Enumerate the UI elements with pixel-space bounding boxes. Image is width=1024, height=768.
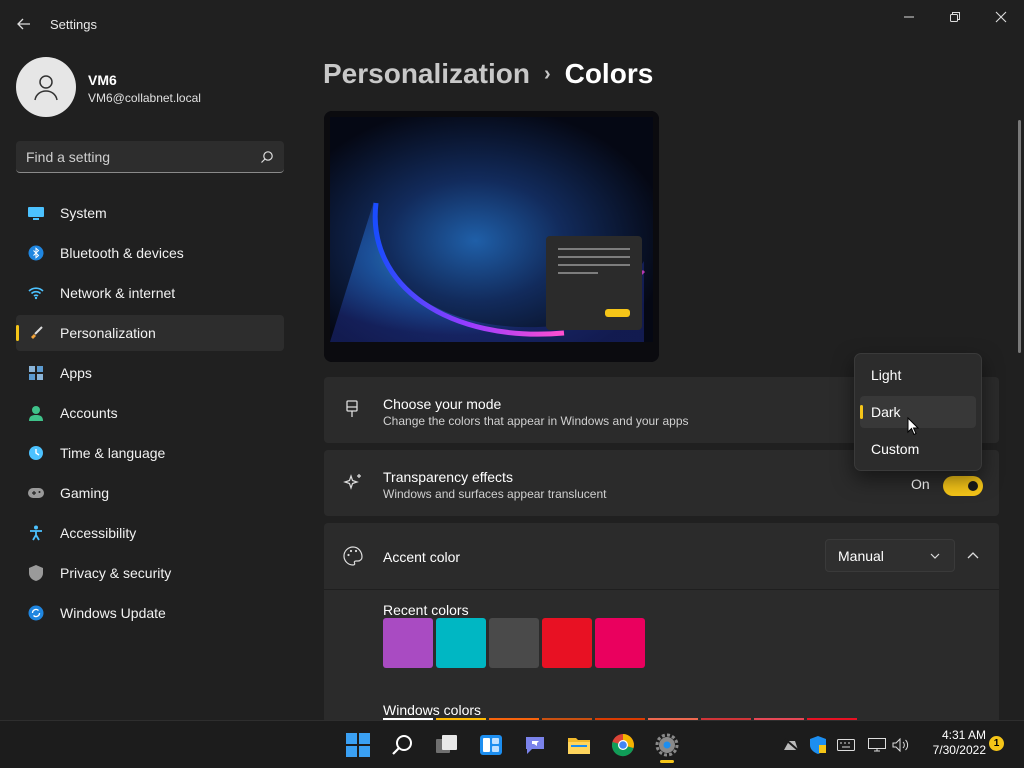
window-title: Settings	[50, 17, 97, 32]
back-arrow-icon[interactable]	[14, 14, 34, 34]
sidebar-item-network[interactable]: Network & internet	[16, 275, 284, 311]
sparkle-icon	[342, 472, 364, 494]
sidebar-item-label: Privacy & security	[60, 565, 172, 581]
notification-badge[interactable]: 1	[989, 736, 1004, 751]
close-icon[interactable]	[978, 6, 1024, 28]
chevron-up-icon[interactable]	[965, 547, 981, 568]
accessibility-icon	[28, 525, 44, 541]
minimize-icon[interactable]	[886, 6, 932, 28]
apps-icon	[28, 365, 44, 381]
search-box[interactable]: Find a setting	[16, 141, 284, 173]
mode-dropdown-menu: Light Dark Custom	[854, 353, 982, 471]
sidebar-item-label: System	[60, 205, 107, 221]
settings-window: Settings VM6 VM6@collabnet.local Find a …	[0, 0, 1024, 720]
card-title: Choose your mode	[383, 396, 502, 412]
taskbar	[0, 720, 1024, 768]
clock-date: 7/30/2022	[932, 743, 986, 757]
wallpaper-preview	[324, 111, 659, 362]
sidebar-nav: System Bluetooth & devices Network & int…	[16, 195, 284, 635]
search-icon	[261, 150, 273, 163]
teams-chat-icon[interactable]	[521, 731, 549, 759]
sidebar-item-label: Apps	[60, 365, 92, 381]
sidebar-item-label: Time & language	[60, 445, 166, 461]
gamepad-icon	[28, 485, 44, 501]
card-title: Accent color	[383, 549, 461, 565]
breadcrumb-separator: ›	[543, 62, 551, 85]
volume-icon[interactable]	[889, 733, 913, 757]
sidebar-item-windows-update[interactable]: Windows Update	[16, 595, 284, 631]
card-subtitle: Windows and surfaces appear translucent	[383, 487, 607, 501]
display-network-icon[interactable]	[865, 733, 889, 757]
accent-mode-dropdown[interactable]: Manual	[825, 539, 955, 572]
clock-time: 4:31 AM	[941, 728, 986, 742]
sidebar-item-label: Bluetooth & devices	[60, 245, 184, 261]
monitor-icon	[28, 205, 44, 221]
keyboard-icon[interactable]	[834, 733, 858, 757]
mouse-cursor-icon	[907, 416, 920, 441]
page-title: Colors	[564, 58, 654, 89]
dropdown-value: Manual	[838, 547, 884, 564]
recent-color-swatch[interactable]	[436, 618, 486, 668]
paintbrush-icon	[28, 325, 44, 341]
file-explorer-icon[interactable]	[565, 731, 593, 759]
recent-colors-label: Recent colors	[383, 602, 469, 618]
paint-bucket-icon	[342, 399, 364, 421]
taskbar-clock[interactable]: 4:31 AM 7/30/2022	[912, 728, 986, 758]
sidebar-item-label: Accounts	[60, 405, 118, 421]
search-input[interactable]: Find a setting	[26, 149, 260, 165]
card-subtitle: Change the colors that appear in Windows…	[383, 414, 689, 428]
sidebar-item-privacy-security[interactable]: Privacy & security	[16, 555, 284, 591]
sidebar-item-apps[interactable]: Apps	[16, 355, 284, 391]
theme-preview	[324, 111, 659, 362]
scrollbar[interactable]	[1018, 120, 1021, 353]
update-icon	[28, 605, 44, 621]
sidebar-item-accounts[interactable]: Accounts	[16, 395, 284, 431]
wifi-icon	[28, 285, 44, 301]
avatar[interactable]	[16, 57, 76, 117]
palette-icon	[342, 545, 364, 567]
task-view-icon[interactable]	[433, 731, 461, 759]
person-icon	[34, 75, 58, 101]
search-icon[interactable]	[389, 731, 417, 759]
recent-color-swatch[interactable]	[542, 618, 592, 668]
windows-colors-label: Windows colors	[383, 702, 482, 718]
sidebar-item-label: Accessibility	[60, 525, 137, 541]
recent-color-swatch[interactable]	[489, 618, 539, 668]
sidebar-item-label: Network & internet	[60, 285, 176, 301]
start-windows-icon[interactable]	[344, 731, 372, 759]
card-title: Transparency effects	[383, 469, 513, 485]
security-shield-icon[interactable]	[806, 733, 830, 757]
sidebar-item-label: Windows Update	[60, 605, 166, 621]
divider	[324, 589, 999, 590]
recent-color-swatch[interactable]	[383, 618, 433, 668]
menu-item-light[interactable]: Light	[860, 359, 976, 391]
transparency-toggle[interactable]	[943, 476, 983, 496]
user-email: VM6@collabnet.local	[88, 91, 201, 105]
sidebar-item-accessibility[interactable]: Accessibility	[16, 515, 284, 551]
sidebar-item-bluetooth[interactable]: Bluetooth & devices	[16, 235, 284, 271]
sidebar-item-time-language[interactable]: Time & language	[16, 435, 284, 471]
breadcrumb-parent[interactable]: Personalization	[323, 58, 530, 90]
sidebar-item-label: Gaming	[60, 485, 110, 501]
bluetooth-icon	[28, 245, 44, 261]
toggle-state-label: On	[911, 476, 930, 492]
sidebar-item-personalization[interactable]: Personalization	[16, 315, 284, 351]
chevron-down-icon	[929, 549, 941, 565]
settings-gear-icon[interactable]	[653, 731, 681, 759]
user-name: VM6	[88, 72, 117, 88]
clock-globe-icon	[28, 445, 44, 461]
sidebar-item-gaming[interactable]: Gaming	[16, 475, 284, 511]
no-network-icon[interactable]	[780, 733, 804, 757]
sidebar-item-label: Personalization	[60, 325, 156, 341]
sidebar-item-system[interactable]: System	[16, 195, 284, 231]
person-icon	[28, 405, 44, 421]
breadcrumb: Personalization › Colors	[323, 58, 653, 90]
recent-color-swatch[interactable]	[595, 618, 645, 668]
chrome-icon[interactable]	[609, 731, 637, 759]
shield-icon	[28, 565, 44, 581]
widgets-icon[interactable]	[477, 731, 505, 759]
active-app-indicator	[660, 760, 674, 763]
restore-icon[interactable]	[932, 6, 978, 28]
